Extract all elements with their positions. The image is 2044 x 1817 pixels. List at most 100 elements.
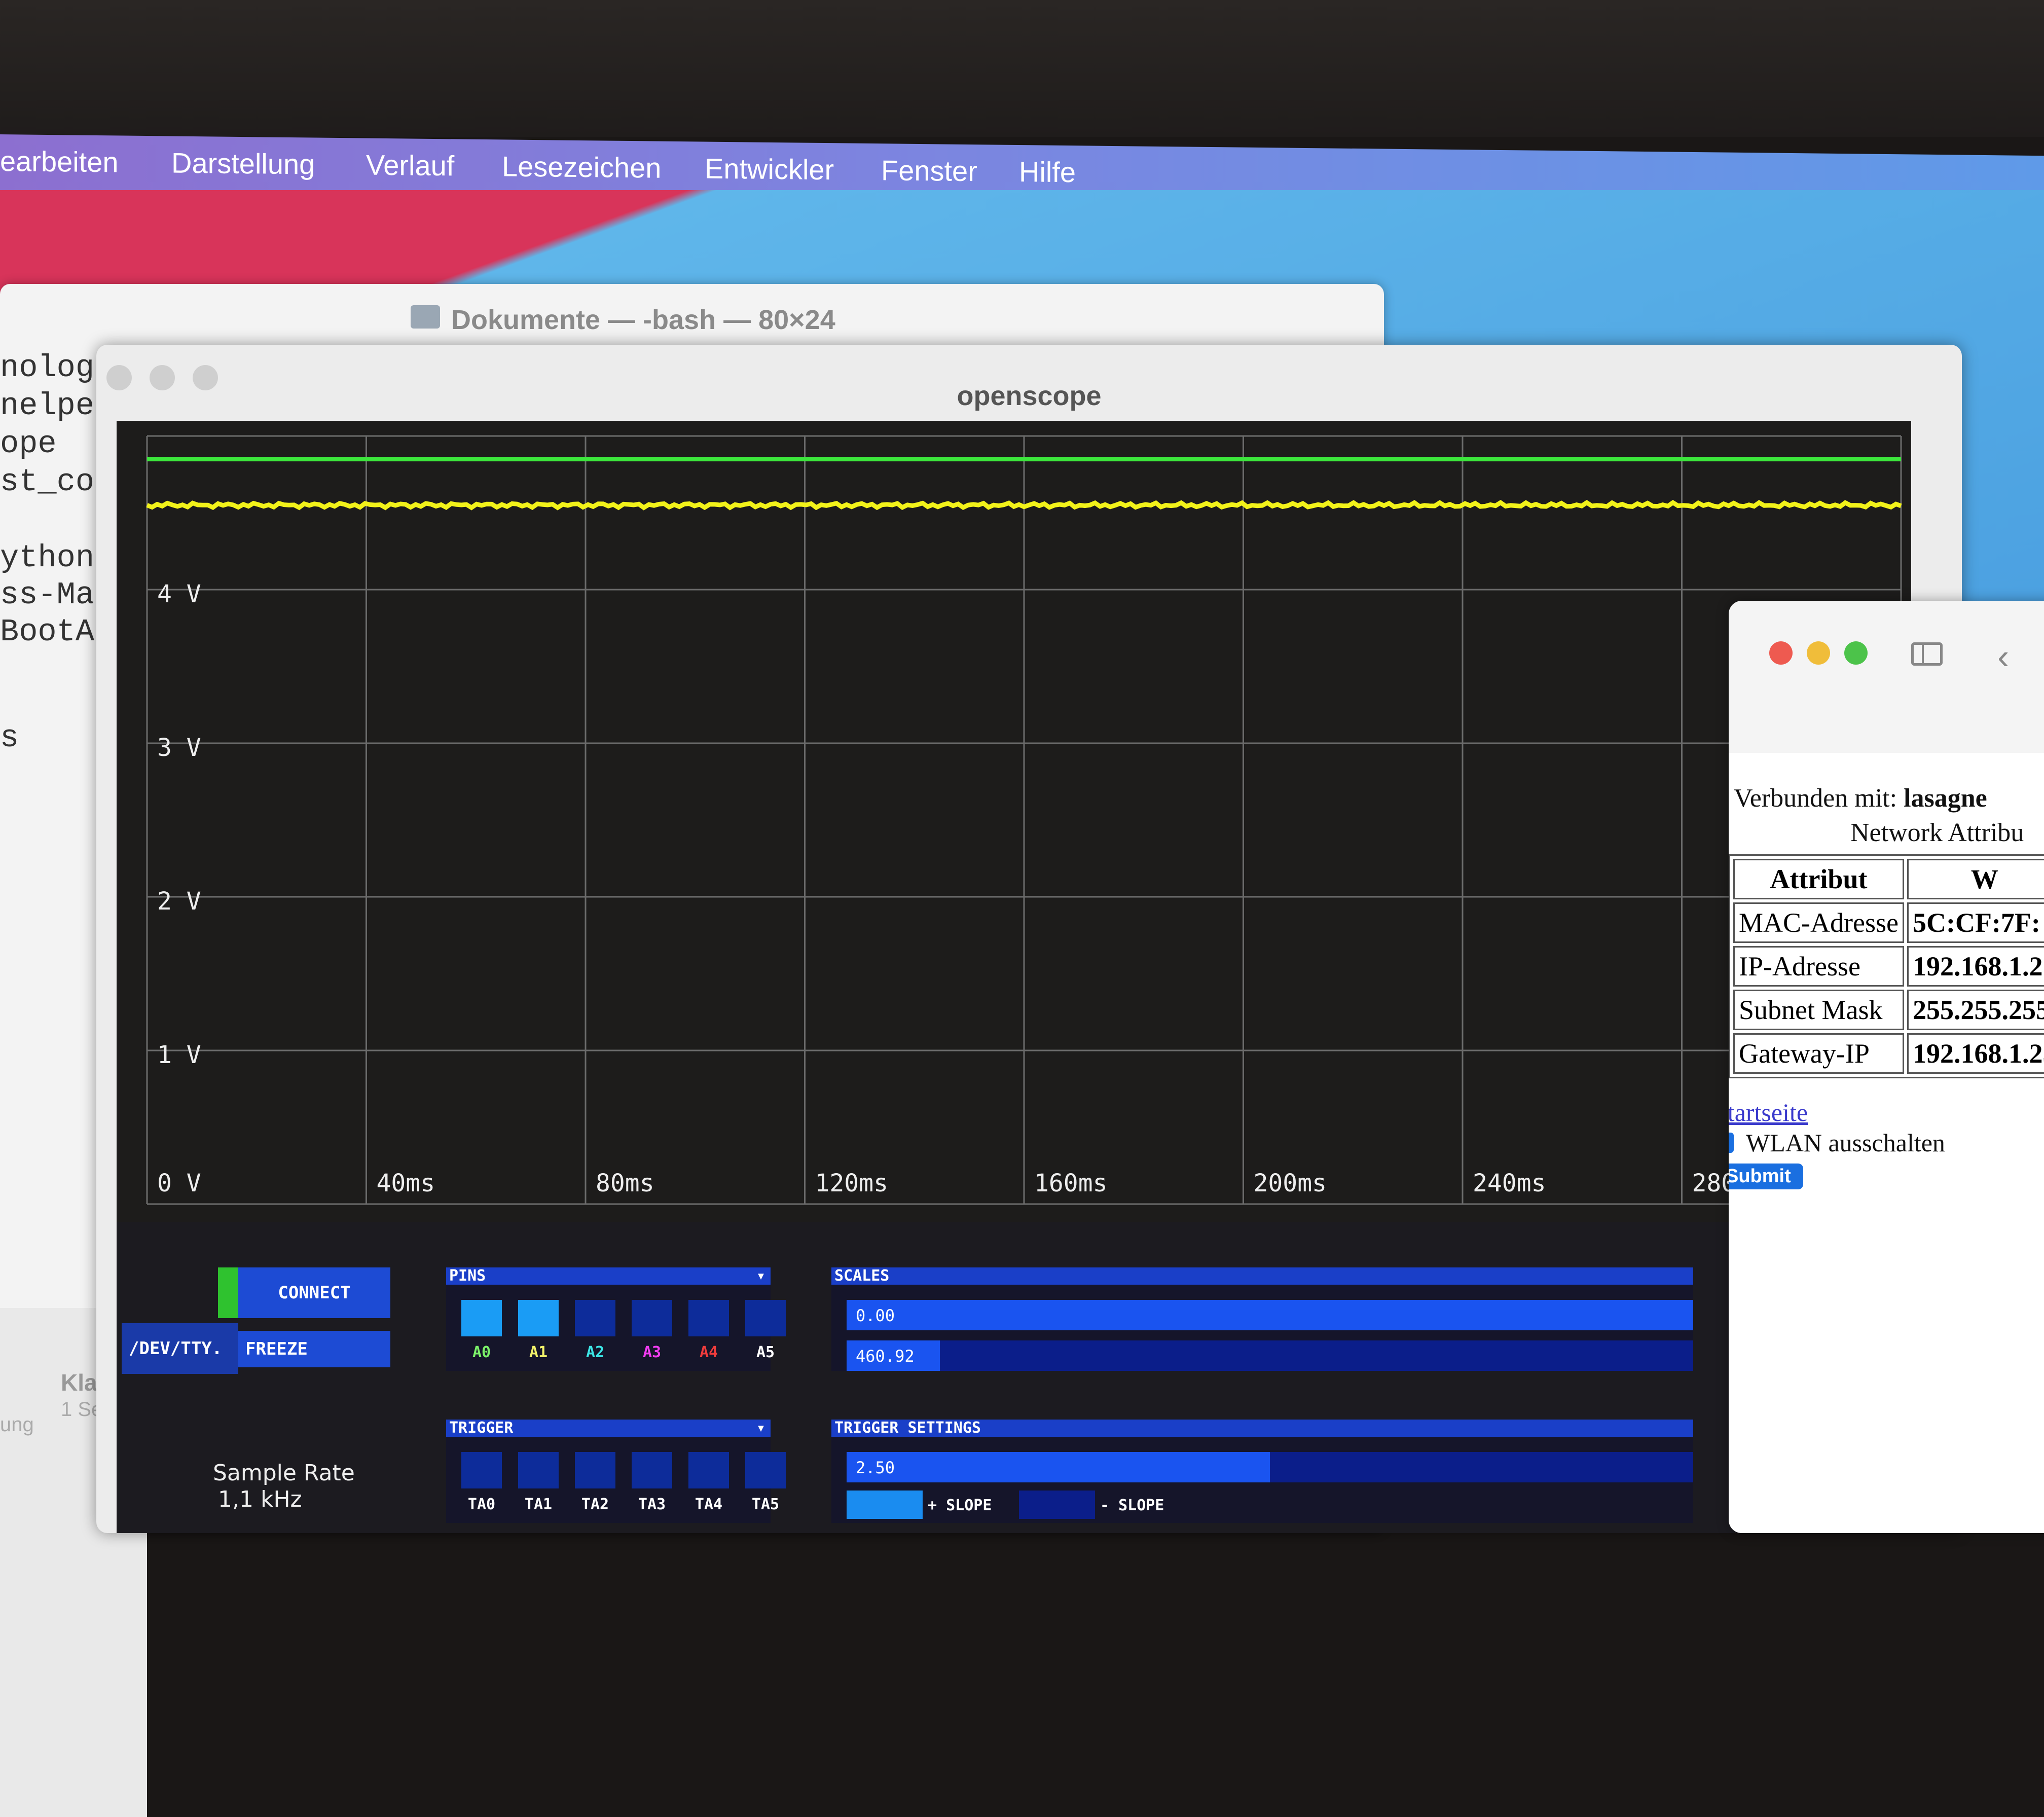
window-title: openscope [957,381,1102,411]
connected-host: lasagne [1904,784,1987,813]
control-panel: CONNECT /DEV/TTY. FREEZE PINS ▾ A0 A1 A2 A3 A… [117,1222,1911,1533]
minus-slope-toggle[interactable] [1019,1491,1095,1519]
trigger-pin-label: TA0 [467,1496,496,1513]
screen-bezel [0,0,2044,137]
trigger-pin-toggle-ta1[interactable] [518,1452,559,1488]
table-header: Attribut [1733,859,1904,899]
table-header-row: Attribut W [1733,859,2044,899]
table-row: IP-Adresse 192.168.1.2 [1733,946,2044,987]
connect-status-indicator [218,1267,238,1318]
x-tick-label: 80ms [596,1169,654,1197]
menu-lesezeichen[interactable]: Lesezeichen [502,150,661,184]
table-row: Gateway-IP 192.168.1.25 [1733,1033,2044,1074]
table-cell: 192.168.1.25 [1907,1033,2044,1074]
scale-max-slider[interactable]: 460.92 [847,1340,1693,1371]
terminal-line: ss-Ma [0,577,95,613]
zoom-icon[interactable] [1844,641,1868,665]
x-tick-label: 160ms [1034,1169,1108,1197]
trigger-pin-toggle-ta2[interactable] [575,1452,615,1488]
y-tick-label: 2 V [157,887,201,916]
trigger-header[interactable]: TRIGGER ▾ [446,1420,771,1437]
terminal-title: Dokumente — -bash — 80×24 [451,305,835,335]
pin-toggle-a5[interactable] [745,1300,786,1336]
table-cell: 255.255.255 [1907,990,2044,1030]
folder-icon [411,305,440,329]
plus-slope-label: + SLOPE [928,1497,992,1514]
connect-button[interactable]: CONNECT [238,1267,390,1318]
y-tick-label: 0 V [157,1169,201,1197]
plus-slope-toggle[interactable] [847,1491,923,1519]
trigger-level-value: 2.50 [856,1458,895,1477]
table-cell: MAC-Adresse [1733,902,1904,943]
browser-window[interactable]: ‹ Verbunden mit: lasagne Network Attribu… [1729,601,2044,1533]
close-icon[interactable] [1769,641,1793,665]
pin-label: A3 [642,1343,662,1361]
menu-fenster[interactable]: Fenster [881,154,977,188]
pin-label: A1 [529,1343,548,1361]
trigger-level-slider[interactable]: 2.50 [847,1452,1693,1482]
trigger-pin-label: TA4 [695,1496,723,1513]
terminal-line: nelpe [0,388,95,424]
pin-toggle-a3[interactable] [632,1300,672,1336]
y-tick-label: 1 V [157,1041,201,1069]
trigger-pin-toggle-ta3[interactable] [632,1452,672,1488]
pins-header-label: PINS [449,1267,486,1285]
openscope-window[interactable]: openscope 4 V 3 V 2 V 1 V 0 V 40ms 80ms 120ms 1… [96,345,1962,1533]
sample-rate-label: Sample Rate [213,1460,355,1486]
trigger-pin-label: TA5 [751,1496,780,1513]
trigger-pin-toggle-ta5[interactable] [745,1452,786,1488]
pin-label: A0 [472,1343,491,1361]
freeze-button[interactable]: FREEZE [238,1331,390,1367]
trigger-pin-label: TA3 [638,1496,666,1513]
scale-min-fill [847,1300,1693,1330]
pins-panel: A0 A1 A2 A3 A4 A5 [446,1285,786,1371]
connected-label: Verbunden mit: [1734,784,1897,813]
minimize-icon[interactable] [1807,641,1830,665]
terminal-line: st_co [0,464,95,500]
chevron-down-icon: ▾ [756,1419,765,1437]
connected-info: Verbunden mit: lasagne [1734,783,1987,813]
y-axis-labels: 4 V 3 V 2 V 1 V 0 V [157,580,201,1197]
menu-darstellung[interactable]: Darstellung [171,147,315,181]
table-cell: Gateway-IP [1733,1033,1904,1074]
back-icon[interactable]: ‹ [1997,636,2009,677]
menu-bearbeiten[interactable]: earbeiten [0,144,119,178]
window-titlebar: openscope [96,345,1962,421]
pin-label: A4 [699,1343,718,1361]
pin-toggle-a4[interactable] [688,1300,729,1336]
table-cell: 192.168.1.2 [1907,946,2044,987]
table-row: Subnet Mask 255.255.255 [1733,990,2044,1030]
pin-label: A2 [586,1343,605,1361]
table-cell: 5C:CF:7F: [1907,902,2044,943]
scale-min-slider[interactable]: 0.00 [847,1300,1693,1330]
pins-header[interactable]: PINS ▾ [446,1267,771,1285]
x-tick-label: 200ms [1254,1169,1327,1197]
menu-entwickler[interactable]: Entwickler [705,152,834,187]
port-selector[interactable]: /DEV/TTY. [122,1323,238,1374]
terminal-line: nolog [0,350,95,386]
document-side-label: ung [0,1413,34,1436]
pin-toggle-a2[interactable] [575,1300,615,1336]
menu-verlauf[interactable]: Verlauf [366,149,454,183]
scale-max-value: 460.92 [856,1347,915,1366]
x-tick-label: 120ms [815,1169,889,1197]
scope-grid [146,435,1902,1205]
scales-header: SCALES [831,1267,1693,1285]
submit-button[interactable]: Submit [1729,1164,1803,1189]
pin-toggle-a1[interactable] [518,1300,559,1336]
trigger-pin-toggle-ta4[interactable] [688,1452,729,1488]
trigger-pin-label: TA2 [581,1496,609,1513]
menu-hilfe[interactable]: Hilfe [1019,155,1076,189]
sidebar-toggle-icon[interactable] [1911,642,1943,666]
trigger-pin-toggle-ta0[interactable] [461,1452,502,1488]
terminal-line: ython [0,540,95,576]
pin-toggle-a0[interactable] [461,1300,502,1336]
sample-rate-value: 1,1 kHz [218,1486,302,1512]
scope-display: 4 V 3 V 2 V 1 V 0 V 40ms 80ms 120ms 160ms 200ms 2… [117,421,1911,1222]
scale-min-value: 0.00 [856,1306,895,1325]
table-caption: Network Attribu [1850,818,2024,847]
table-cell: IP-Adresse [1733,946,1904,987]
wlan-checkbox[interactable]: ✓ [1729,1133,1734,1153]
startseite-link[interactable]: Startseite [1729,1098,1808,1127]
y-tick-label: 3 V [157,734,201,762]
